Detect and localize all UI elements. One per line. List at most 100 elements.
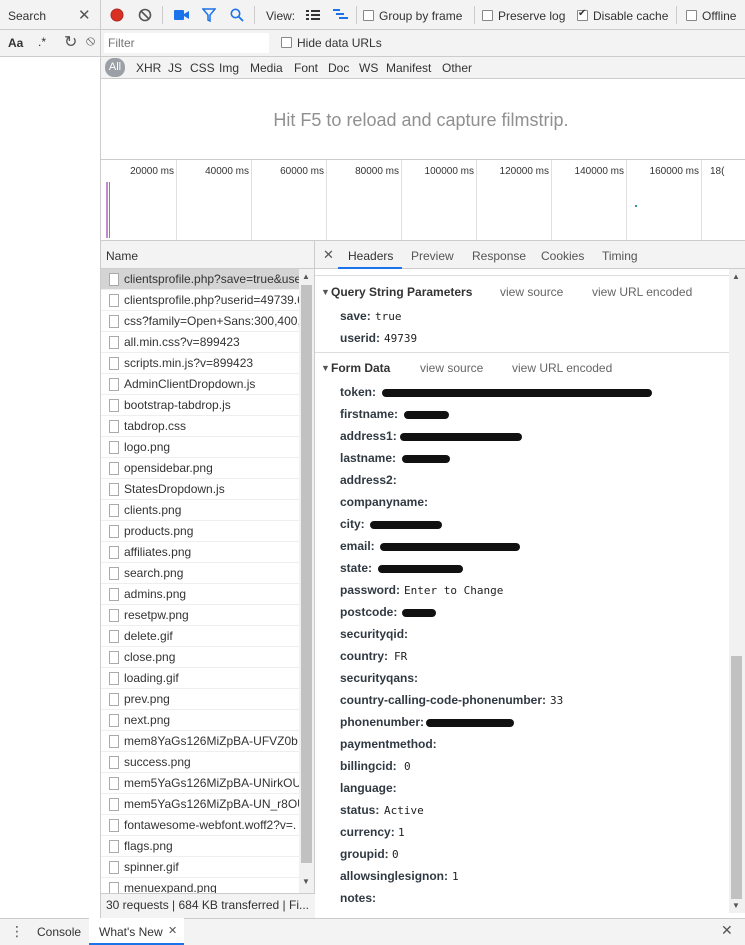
tab-timing[interactable]: Timing — [602, 249, 638, 263]
type-filter-img[interactable]: Img — [219, 61, 239, 75]
flags-image-icon — [109, 840, 119, 853]
large-rows-icon[interactable] — [306, 9, 320, 21]
request-row[interactable]: next.png — [101, 710, 299, 731]
request-row[interactable]: delete.gif — [101, 626, 299, 647]
type-filter-all[interactable]: All — [105, 58, 125, 77]
close-details-icon[interactable]: ✕ — [323, 247, 334, 263]
checkbox-box-checked[interactable] — [577, 8, 588, 21]
request-row[interactable]: mem5YaGs126MiZpBA-UNirkOU — [101, 773, 299, 794]
request-row[interactable]: opensidebar.png — [101, 458, 299, 479]
request-row[interactable]: AdminClientDropdown.js — [101, 374, 299, 395]
type-filter-other[interactable]: Other — [442, 61, 472, 75]
search-icon[interactable] — [230, 8, 244, 22]
request-row[interactable]: prev.png — [101, 689, 299, 710]
type-filter-css[interactable]: CSS — [190, 61, 215, 75]
clear-log-icon[interactable] — [138, 8, 152, 22]
scroll-up-icon[interactable]: ▲ — [732, 272, 740, 281]
request-row[interactable]: clients.png — [101, 500, 299, 521]
query-view-source-link[interactable]: view source — [500, 285, 563, 299]
expand-triangle-icon[interactable]: ▼ — [321, 287, 330, 297]
scroll-down-icon[interactable]: ▼ — [302, 877, 310, 886]
group-by-frame-checkbox[interactable]: Group by frame — [363, 9, 462, 23]
filter-icon[interactable] — [202, 8, 216, 22]
clients-image-icon — [109, 504, 119, 517]
waterfall-icon[interactable] — [333, 9, 349, 21]
scrollbar-thumb[interactable] — [301, 285, 312, 863]
request-row[interactable]: clientsprofile.php?save=true&use — [101, 269, 299, 290]
tab-cookies[interactable]: Cookies — [541, 249, 584, 263]
request-row[interactable]: loading.gif — [101, 668, 299, 689]
timeline-tick-label: 120000 ms — [499, 166, 549, 177]
query-string-section-title[interactable]: Query String Parameters — [331, 285, 472, 299]
query-view-url-encoded-link[interactable]: view URL encoded — [592, 285, 692, 299]
refresh-icon[interactable]: ↻ — [64, 32, 77, 52]
offline-checkbox[interactable]: Offline — [686, 9, 736, 23]
scroll-up-icon[interactable]: ▲ — [302, 272, 310, 281]
request-row[interactable]: admins.png — [101, 584, 299, 605]
type-filter-manifest[interactable]: Manifest — [386, 61, 431, 75]
request-row[interactable]: all.min.css?v=899423 — [101, 332, 299, 353]
request-row[interactable]: affiliates.png — [101, 542, 299, 563]
type-filter-media[interactable]: Media — [250, 61, 283, 75]
match-case-button[interactable]: Aa — [8, 36, 23, 50]
type-filter-ws[interactable]: WS — [359, 61, 378, 75]
request-row[interactable]: tabdrop.css — [101, 416, 299, 437]
expand-triangle-icon[interactable]: ▼ — [321, 363, 330, 373]
name-column-header[interactable]: Name — [106, 249, 138, 263]
checkbox-box[interactable] — [686, 10, 697, 21]
scrollbar-thumb[interactable] — [731, 656, 742, 899]
checkbox-box[interactable] — [482, 10, 493, 21]
search-tab[interactable]: Search — [8, 9, 46, 23]
screenshot-camera-icon[interactable] — [174, 9, 190, 21]
request-name: affiliates.png — [124, 545, 192, 559]
filter-input[interactable] — [104, 33, 269, 53]
request-row[interactable]: logo.png — [101, 437, 299, 458]
tab-headers[interactable]: Headers — [348, 249, 393, 263]
drawer-tab-whats-new[interactable]: What's New — [99, 925, 163, 939]
close-tab-icon[interactable]: ✕ — [168, 924, 177, 937]
request-row[interactable]: css?family=Open+Sans:300,400,6 — [101, 311, 299, 332]
type-filter-xhr[interactable]: XHR — [136, 61, 161, 75]
request-row[interactable]: mem5YaGs126MiZpBA-UN_r8OU — [101, 794, 299, 815]
hide-data-urls-checkbox[interactable]: Hide data URLs — [281, 36, 382, 50]
close-icon[interactable]: ✕ — [78, 6, 91, 24]
request-row[interactable]: mem8YaGs126MiZpBA-UFVZ0b... — [101, 731, 299, 752]
request-name: opensidebar.png — [124, 461, 213, 475]
form-view-url-encoded-link[interactable]: view URL encoded — [512, 361, 612, 375]
request-name: tabdrop.css — [124, 419, 187, 433]
request-row[interactable]: search.png — [101, 563, 299, 584]
close-drawer-icon[interactable]: ✕ — [721, 922, 733, 939]
request-row[interactable]: fontawesome-webfont.woff2?v=. — [101, 815, 299, 836]
request-row[interactable]: menuexpand.png — [101, 878, 299, 893]
request-row[interactable]: close.png — [101, 647, 299, 668]
checkbox-box[interactable] — [363, 10, 374, 21]
form-view-source-link[interactable]: view source — [420, 361, 483, 375]
regex-button[interactable]: .* — [38, 35, 46, 49]
type-filter-doc[interactable]: Doc — [328, 61, 349, 75]
preserve-log-checkbox[interactable]: Preserve log — [482, 9, 565, 23]
request-row[interactable]: scripts.min.js?v=899423 — [101, 353, 299, 374]
request-row[interactable]: success.png — [101, 752, 299, 773]
tab-response[interactable]: Response — [472, 249, 526, 263]
request-row[interactable]: bootstrap-tabdrop.js — [101, 395, 299, 416]
form-data-section-title[interactable]: Form Data — [331, 361, 390, 375]
request-row[interactable]: clientsprofile.php?userid=49739.6 — [101, 290, 299, 311]
offline-label: Offline — [702, 9, 737, 23]
tab-preview[interactable]: Preview — [411, 249, 454, 263]
clear-icon[interactable]: ⦸ — [86, 32, 95, 49]
type-filter-js[interactable]: JS — [168, 61, 182, 75]
disable-cache-checkbox[interactable]: Disable cache — [577, 8, 668, 23]
record-icon[interactable] — [110, 8, 124, 22]
drawer-tab-console[interactable]: Console — [37, 925, 81, 939]
scroll-down-icon[interactable]: ▼ — [732, 901, 740, 910]
request-row[interactable]: products.png — [101, 521, 299, 542]
search-image-icon — [109, 567, 119, 580]
request-row[interactable]: flags.png — [101, 836, 299, 857]
drawer-menu-icon[interactable]: ⋮ — [10, 923, 24, 940]
request-row[interactable]: StatesDropdown.js — [101, 479, 299, 500]
form-field-value: FR — [394, 650, 408, 663]
request-row[interactable]: resetpw.png — [101, 605, 299, 626]
checkbox-box[interactable] — [281, 37, 292, 48]
type-filter-font[interactable]: Font — [294, 61, 318, 75]
request-row[interactable]: spinner.gif — [101, 857, 299, 878]
